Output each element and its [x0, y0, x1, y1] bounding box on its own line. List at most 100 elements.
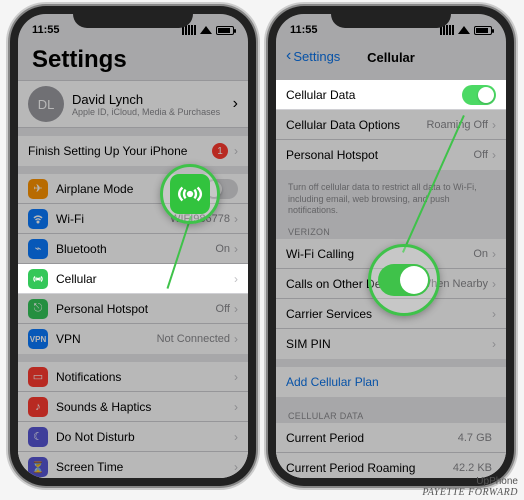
- chevron-right-icon: ›: [234, 430, 238, 444]
- apple-id-row[interactable]: DL David Lynch Apple ID, iCloud, Media &…: [18, 80, 248, 128]
- screentime-label: Screen Time: [56, 460, 234, 474]
- chevron-left-icon: ‹: [286, 48, 291, 64]
- finish-setup-badge: 1: [212, 143, 228, 159]
- profile-text: David Lynch Apple ID, iCloud, Media & Pu…: [72, 92, 233, 117]
- wifi-label: Wi-Fi: [56, 212, 170, 226]
- chevron-right-icon: ›: [234, 242, 238, 256]
- back-label: Settings: [293, 49, 340, 64]
- add-plan-label: Add Cellular Plan: [286, 375, 496, 389]
- current-period-row[interactable]: Current Period 4.7 GB: [276, 423, 506, 453]
- watermark-line1: UpPhone: [422, 476, 518, 487]
- screentime-row[interactable]: ⏳ Screen Time ›: [18, 452, 248, 478]
- chevron-right-icon: ›: [492, 337, 496, 351]
- cellular-data-label: Cellular Data: [286, 88, 462, 102]
- notch: [331, 6, 451, 28]
- toggle-callout: [368, 244, 440, 316]
- hotspot-row[interactable]: ⎋ Personal Hotspot Off ›: [18, 294, 248, 324]
- dnd-row[interactable]: ☾ Do Not Disturb ›: [18, 422, 248, 452]
- roaming-label: Current Period Roaming: [286, 461, 453, 475]
- battery-icon: [216, 26, 234, 35]
- cellular-data-section-header: CELLULAR DATA: [276, 405, 506, 423]
- chevron-right-icon: ›: [234, 272, 238, 286]
- phone-left: 11:55 Settings DL David Lynch Apple ID, …: [10, 6, 256, 486]
- chevron-right-icon: ›: [492, 307, 496, 321]
- carrier-section-header: VERIZON: [276, 221, 506, 239]
- wifi-calling-value: On: [473, 248, 488, 260]
- add-cellular-plan-row[interactable]: Add Cellular Plan: [276, 367, 506, 397]
- wifi-icon: [458, 26, 470, 34]
- hotspot-icon: ⎋: [28, 299, 48, 319]
- wifi-settings-icon: [28, 209, 48, 229]
- vpn-row[interactable]: VPN VPN Not Connected ›: [18, 324, 248, 354]
- cellular-data-toggle[interactable]: [462, 85, 496, 105]
- back-button[interactable]: ‹ Settings: [286, 48, 340, 64]
- finish-setup-row[interactable]: Finish Setting Up Your iPhone 1 ›: [18, 136, 248, 166]
- cellular-icon: [28, 269, 48, 289]
- watermark-line2: PAYETTE FORWARD: [422, 487, 518, 498]
- status-time: 11:55: [290, 24, 318, 36]
- chevron-right-icon: ›: [492, 148, 496, 162]
- personal-hotspot-row[interactable]: Personal Hotspot Off ›: [276, 140, 506, 170]
- wifi-icon: [200, 26, 212, 34]
- hotspot-value: Off: [216, 303, 230, 315]
- sim-pin-row[interactable]: SIM PIN ›: [276, 329, 506, 359]
- notifications-row[interactable]: ▭ Notifications ›: [18, 362, 248, 392]
- nav-bar: ‹ Settings Cellular: [276, 42, 506, 72]
- dnd-icon: ☾: [28, 427, 48, 447]
- avatar: DL: [28, 86, 64, 122]
- chevron-right-icon: ›: [492, 277, 496, 291]
- status-icons: [182, 25, 234, 35]
- notifications-label: Notifications: [56, 370, 234, 384]
- cellular-options-label: Cellular Data Options: [286, 118, 426, 132]
- profile-name: David Lynch: [72, 92, 233, 107]
- sounds-row[interactable]: ♪ Sounds & Haptics ›: [18, 392, 248, 422]
- page-title: Settings: [18, 42, 248, 80]
- sounds-label: Sounds & Haptics: [56, 400, 234, 414]
- chevron-right-icon: ›: [492, 247, 496, 261]
- status-time: 11:55: [32, 24, 60, 36]
- cellular-label: Cellular: [56, 272, 234, 286]
- bluetooth-row[interactable]: ⌁ Bluetooth On ›: [18, 234, 248, 264]
- toggle-on-icon: [378, 264, 430, 296]
- chevron-right-icon: ›: [492, 118, 496, 132]
- screen-settings: 11:55 Settings DL David Lynch Apple ID, …: [18, 14, 248, 478]
- current-period-roaming-row[interactable]: Current Period Roaming 42.2 KB: [276, 453, 506, 478]
- airplane-icon: ✈: [28, 179, 48, 199]
- cellular-data-options-row[interactable]: Cellular Data Options Roaming Off ›: [276, 110, 506, 140]
- cellular-data-note: Turn off cellular data to restrict all d…: [276, 178, 506, 221]
- cellular-row[interactable]: Cellular ›: [18, 264, 248, 294]
- battery-icon: [474, 26, 492, 35]
- watermark: UpPhone PAYETTE FORWARD: [422, 476, 518, 498]
- chevron-right-icon: ›: [234, 302, 238, 316]
- hotspot-value: Off: [474, 149, 488, 161]
- chevron-right-icon: ›: [234, 370, 238, 384]
- sounds-icon: ♪: [28, 397, 48, 417]
- hotspot-label: Personal Hotspot: [56, 302, 216, 316]
- status-icons: [440, 25, 492, 35]
- bluetooth-value: On: [215, 243, 230, 255]
- chevron-right-icon: ›: [234, 400, 238, 414]
- bluetooth-label: Bluetooth: [56, 242, 215, 256]
- current-period-label: Current Period: [286, 431, 458, 445]
- sim-pin-label: SIM PIN: [286, 337, 492, 351]
- settings-content: DL David Lynch Apple ID, iCloud, Media &…: [18, 80, 248, 478]
- vpn-label: VPN: [56, 332, 157, 346]
- current-period-value: 4.7 GB: [458, 432, 492, 444]
- bluetooth-icon: ⌁: [28, 239, 48, 259]
- roaming-value: 42.2 KB: [453, 462, 492, 474]
- cellular-icon-callout: [160, 164, 220, 224]
- chevron-right-icon: ›: [233, 95, 238, 113]
- chevron-right-icon: ›: [234, 144, 238, 158]
- cellular-data-row[interactable]: Cellular Data: [276, 80, 506, 110]
- notch: [73, 6, 193, 28]
- screentime-icon: ⏳: [28, 457, 48, 477]
- chevron-right-icon: ›: [234, 460, 238, 474]
- notifications-icon: ▭: [28, 367, 48, 387]
- cellular-antenna-icon: [170, 174, 210, 214]
- chevron-right-icon: ›: [234, 332, 238, 346]
- profile-subtitle: Apple ID, iCloud, Media & Purchases: [72, 107, 233, 117]
- phone-right: 11:55 ‹ Settings Cellular Cellular Data: [268, 6, 514, 486]
- vpn-icon: VPN: [28, 329, 48, 349]
- dnd-label: Do Not Disturb: [56, 430, 234, 444]
- chevron-right-icon: ›: [234, 212, 238, 226]
